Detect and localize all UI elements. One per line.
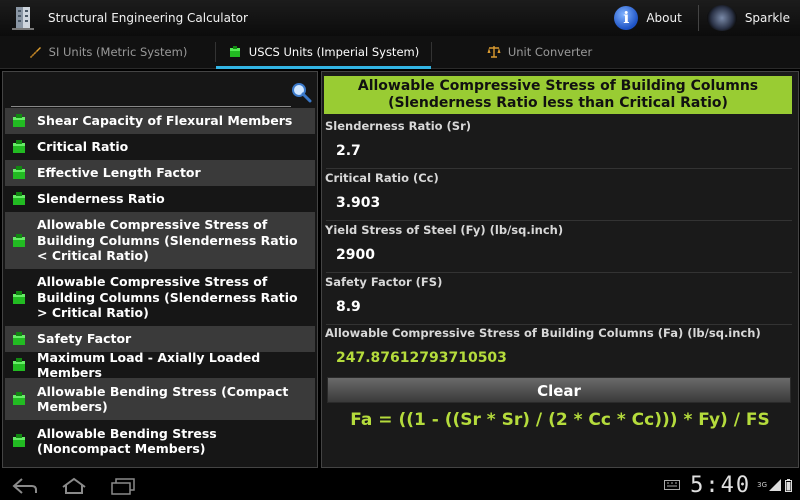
tab-unit-converter-label: Unit Converter	[507, 45, 593, 59]
sr-label: Slenderness Ratio (Sr)	[325, 119, 472, 133]
list-item[interactable]: Allowable Compressive Stress of Building…	[5, 269, 315, 326]
field-underline	[326, 220, 792, 221]
action-divider	[697, 5, 699, 31]
calculator-title-line1: Allowable Compressive Stress of Building…	[357, 78, 759, 94]
green-block-icon	[13, 290, 25, 304]
field-underline	[326, 324, 792, 325]
list-item-label: Slenderness Ratio	[37, 191, 165, 207]
field-underline	[326, 272, 792, 273]
list-item-label: Shear Capacity of Flexural Members	[37, 113, 293, 129]
clock: 5:40	[690, 472, 752, 498]
green-block-icon	[229, 46, 240, 57]
green-block-icon	[13, 392, 25, 405]
status-area: 5:40 3G	[664, 472, 792, 498]
green-block-icon	[13, 166, 25, 179]
clear-button[interactable]: Clear	[327, 377, 791, 403]
list-item[interactable]: Safety Factor	[5, 326, 315, 352]
list-item[interactable]: Allowable Compressive Stress of Building…	[5, 212, 315, 269]
action-bar: Structural Engineering Calculator i Abou…	[0, 0, 800, 36]
building-app-icon	[10, 5, 36, 31]
sparkle-logo-icon	[706, 5, 737, 31]
search-icon[interactable]	[290, 81, 312, 103]
network-type: 3G	[757, 481, 767, 489]
fs-input[interactable]: 8.9	[336, 299, 361, 315]
about-button[interactable]: i About	[614, 6, 682, 30]
list-item[interactable]: Effective Length Factor	[5, 160, 315, 186]
keyboard-icon	[664, 480, 681, 490]
green-block-icon	[13, 114, 25, 127]
list-item[interactable]: Allowable Bending Stress (Noncompact Mem…	[5, 420, 315, 462]
fs-label: Safety Factor (FS)	[325, 275, 443, 289]
calculation-list-panel: Shear Capacity of Flexural Members Criti…	[2, 71, 318, 468]
search-input[interactable]	[11, 80, 291, 107]
list-item-label: Allowable Bending Stress (Noncompact Mem…	[37, 425, 217, 457]
field-underline	[326, 168, 792, 169]
calculator-title-line2: (Slenderness Ratio less than Critical Ra…	[388, 95, 728, 111]
sparkle-button[interactable]: Sparkle	[706, 5, 790, 31]
signal-icon	[769, 479, 781, 491]
fy-label: Yield Stress of Steel (Fy) (lb/sq.inch)	[325, 223, 564, 237]
tab-bar: SI Units (Metric System) USCS Units (Imp…	[0, 36, 800, 69]
list-item-label: Allowable Bending Stress (Compact Member…	[37, 383, 289, 415]
list-item-label: Effective Length Factor	[37, 165, 201, 181]
list-item-label: Maximum Load - Axially Loaded Members	[37, 349, 261, 381]
cc-label: Critical Ratio (Cc)	[325, 171, 439, 185]
green-block-icon	[13, 192, 25, 205]
fa-label: Allowable Compressive Stress of Building…	[325, 326, 761, 340]
search-row	[3, 72, 317, 108]
tab-uscs-units[interactable]: USCS Units (Imperial System)	[216, 36, 431, 69]
ruler-icon	[29, 47, 41, 58]
tab-uscs-units-label: USCS Units (Imperial System)	[248, 45, 420, 59]
tab-si-units[interactable]: SI Units (Metric System)	[0, 36, 215, 68]
list-item[interactable]: Critical Ratio	[5, 134, 315, 160]
fa-result: 247.87612793710503	[336, 350, 507, 366]
calculator-title: Allowable Compressive Stress of Building…	[324, 76, 792, 114]
calculation-list: Shear Capacity of Flexural Members Criti…	[5, 108, 315, 462]
list-item-label: Safety Factor	[37, 331, 132, 347]
green-block-icon	[13, 434, 25, 447]
battery-icon	[785, 478, 792, 492]
tab-unit-converter[interactable]: Unit Converter	[432, 36, 647, 68]
green-block-icon	[13, 140, 25, 153]
home-icon[interactable]	[60, 477, 88, 495]
calculator-panel: Allowable Compressive Stress of Building…	[321, 71, 799, 468]
sparkle-label: Sparkle	[744, 11, 790, 25]
back-icon[interactable]	[12, 477, 38, 495]
green-block-icon	[13, 332, 25, 345]
list-item[interactable]: Allowable Bending Stress (Compact Member…	[5, 378, 315, 420]
green-block-icon	[13, 358, 25, 371]
app-title: Structural Engineering Calculator	[48, 11, 248, 25]
about-label: About	[646, 11, 682, 25]
list-item[interactable]: Slenderness Ratio	[5, 186, 315, 212]
cc-input[interactable]: 3.903	[336, 195, 380, 211]
info-icon: i	[614, 6, 639, 30]
list-item-label: Critical Ratio	[37, 139, 129, 155]
sr-input[interactable]: 2.7	[336, 143, 361, 159]
scale-icon	[487, 46, 501, 58]
list-item-label: Allowable Compressive Stress of Building…	[37, 217, 298, 264]
fy-input[interactable]: 2900	[336, 247, 375, 263]
list-item[interactable]: Shear Capacity of Flexural Members	[5, 108, 315, 134]
list-item[interactable]: Maximum Load - Axially Loaded Members	[5, 349, 315, 381]
list-item-label: Allowable Compressive Stress of Building…	[37, 274, 298, 321]
green-block-icon	[13, 233, 25, 247]
formula-text: Fa = ((1 - ((Sr * Sr) / (2 * Cc * Cc))) …	[350, 410, 770, 430]
system-bar: 5:40 3G	[0, 470, 800, 500]
recent-apps-icon[interactable]	[110, 477, 136, 495]
tab-si-units-label: SI Units (Metric System)	[48, 45, 188, 59]
